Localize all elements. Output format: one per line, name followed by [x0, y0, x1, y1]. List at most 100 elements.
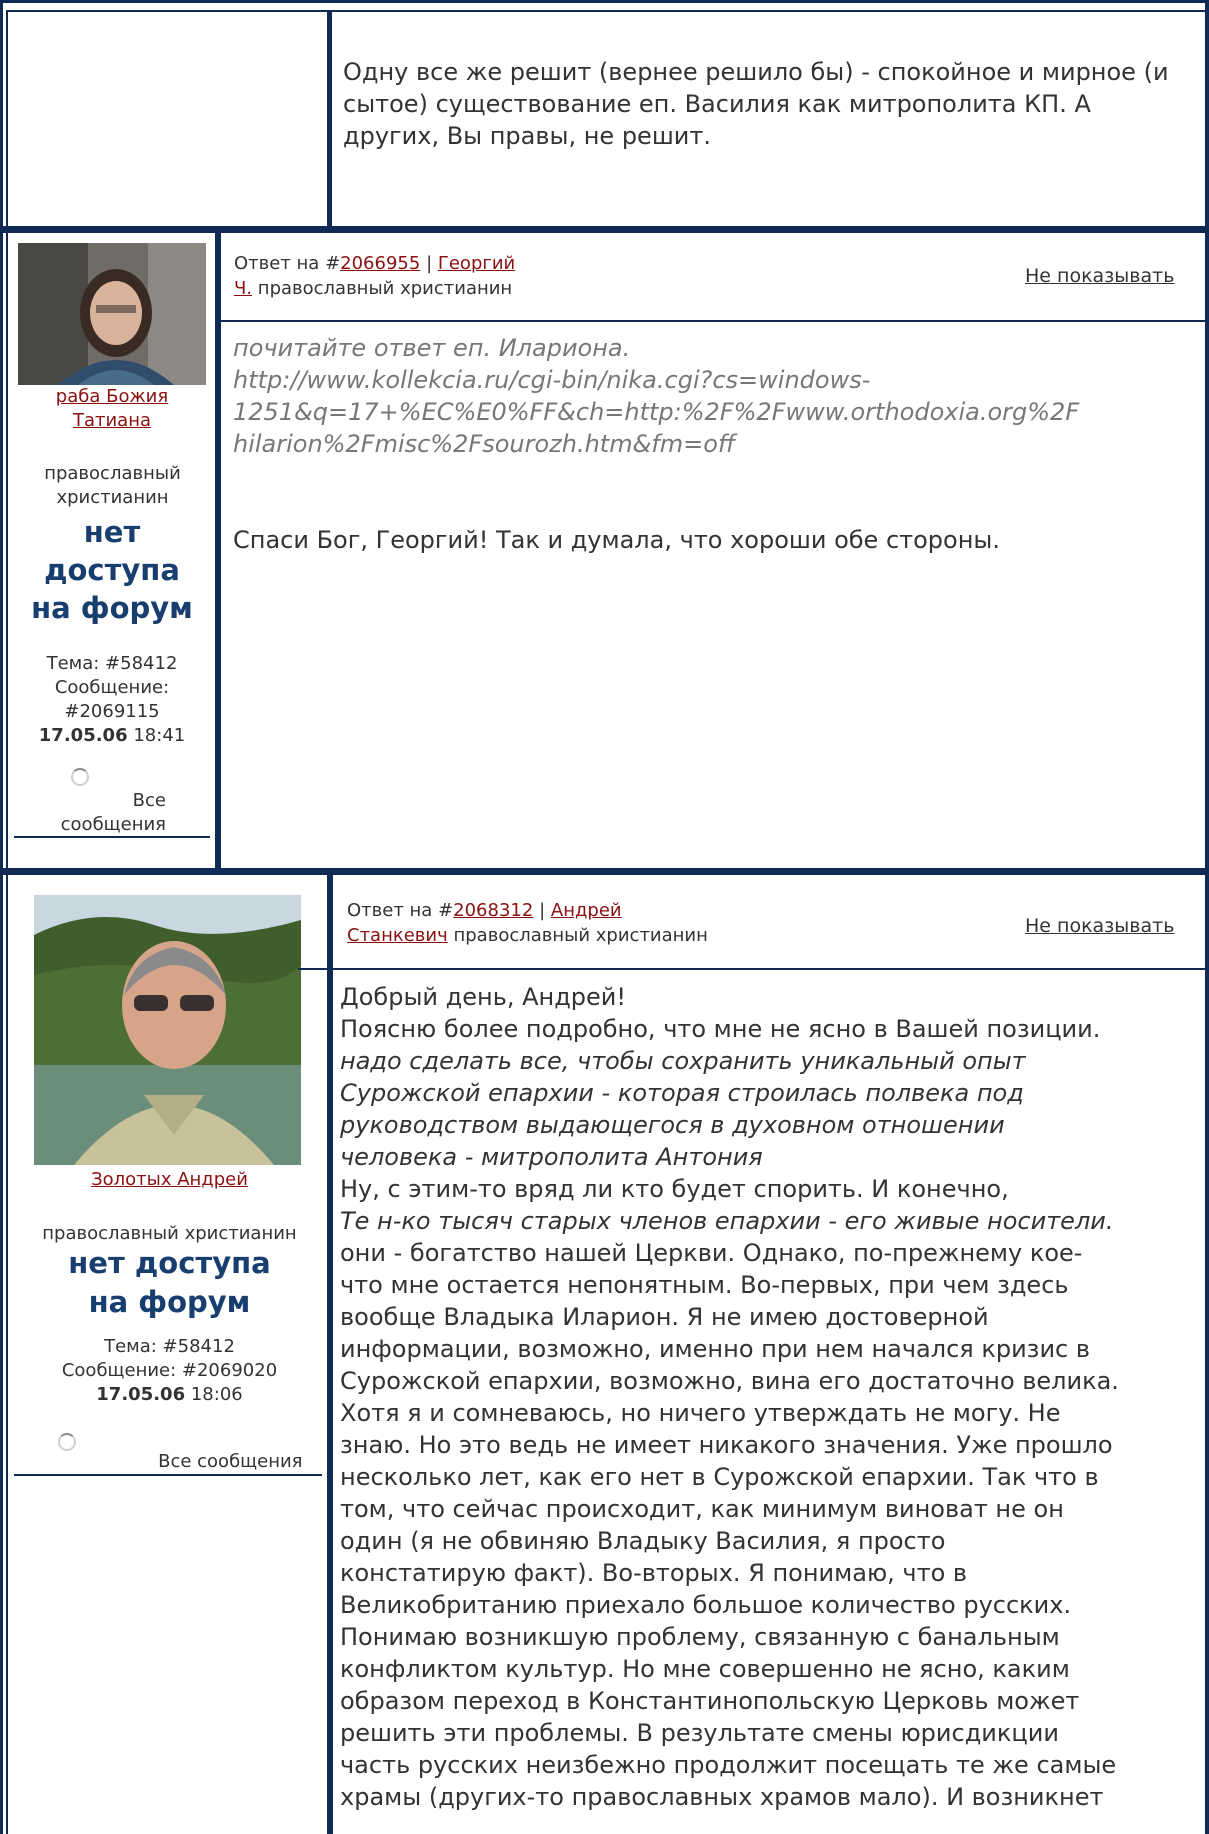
body-line: они - богатство нашей Церкви. Однако, по… — [340, 1239, 1083, 1267]
body-line: Сурожской епархии, возможно, вина его до… — [340, 1367, 1119, 1395]
reply-header-line — [298, 968, 1205, 970]
reply-author-link-2[interactable]: Ч. — [234, 278, 252, 299]
message-label: Сообщение: #2069020 — [61, 1360, 278, 1381]
body-line: один (я не обвиняю Владыку Василия, я пр… — [340, 1527, 946, 1555]
message-id: #2069115 — [64, 701, 160, 722]
post-3-left-line — [6, 875, 8, 1834]
post-date: 17.05.06 — [96, 1384, 186, 1405]
no-access-badge: нет доступа на форум — [14, 1244, 325, 1322]
post-1-left-line — [6, 10, 8, 228]
reply-header-line — [221, 320, 1205, 322]
author-name-text[interactable]: Золотых Андрей — [91, 1169, 248, 1190]
quote-line: почитайте ответ еп. Илариона. — [233, 334, 631, 362]
body-line: Добрый день, Андрей! — [340, 983, 627, 1011]
author-role: православный христианин — [14, 1222, 325, 1246]
no-access-badge: нет доступа на форум — [12, 513, 212, 627]
post-2-divider — [215, 233, 221, 873]
post-2-left-line — [6, 233, 8, 873]
separator-1 — [0, 226, 1209, 233]
body-line: храмы (других-то православных храмов мал… — [340, 1783, 1104, 1811]
body-line: конфликтом культур. Но мне совершенно не… — [340, 1655, 1070, 1683]
body-line: что мне остается непонятным. Во-первых, … — [340, 1271, 1069, 1299]
body-line: Ну, с этим-то вряд ли кто будет спорить.… — [340, 1175, 1009, 1203]
reply-author-link-2[interactable]: Станкевич — [347, 925, 448, 946]
hide-post-link[interactable]: Не показывать — [1025, 914, 1174, 939]
body-line: вообще Владыка Иларион. Я не имею достов… — [340, 1303, 989, 1331]
quote-line: руководством выдающегося в духовном отно… — [340, 1111, 1005, 1139]
post-meta: Тема: #58412 Сообщение: #2069020 17.05.0… — [14, 1335, 325, 1407]
quote-line: Те н-ко тысяч старых членов епархии - ег… — [340, 1207, 1114, 1235]
message-label: Сообщение: — [54, 677, 170, 698]
topic-label: Тема: #58412 — [46, 653, 178, 674]
loading-icon — [71, 768, 89, 790]
post-date: 17.05.06 — [38, 725, 128, 746]
author-name-tatiana[interactable]: раба Божия Татиана — [12, 385, 212, 433]
all-messages-link[interactable]: Все сообщения — [14, 1450, 325, 1474]
author-name-zolotykh[interactable]: Золотых Андрей — [14, 1168, 325, 1192]
sidebar-underline — [14, 836, 210, 838]
author-role-text: православный христианин — [44, 463, 181, 508]
avatar-tatiana-image — [18, 243, 206, 385]
reply-link[interactable]: 2066955 — [340, 253, 420, 274]
post-1-top-line — [6, 10, 1205, 12]
avatar-zolotykh[interactable] — [34, 895, 301, 1165]
reply-author-role: православный христианин — [257, 278, 513, 299]
post-1-text: Одну все же решит (вернее решило бы) - с… — [343, 58, 1169, 150]
frame-right — [1205, 0, 1209, 1834]
post-3-body: Добрый день, Андрей! Поясню более подроб… — [340, 981, 1200, 1813]
body-line: Великобританию приехало большое количест… — [340, 1591, 1072, 1619]
quote-block: почитайте ответ еп. Илариона. http://www… — [233, 332, 1193, 460]
post-time: 18:06 — [190, 1384, 243, 1405]
body-line: том, что сейчас происходит, как минимум … — [340, 1495, 1064, 1523]
post-2-body: Спаси Бог, Георгий! Так и думала, что хо… — [233, 524, 1193, 556]
body-line: констатирую факт). Во-вторых. Я понимаю,… — [340, 1559, 968, 1587]
body-line: несколько лет, как его нет в Сурожской е… — [340, 1463, 1099, 1491]
reply-separator: | — [426, 253, 433, 274]
all-messages-text[interactable]: Все сообщения — [58, 789, 166, 837]
quote-line: Сурожской епархии - которая строилась по… — [340, 1079, 1024, 1107]
no-access-line-1: нет — [83, 515, 141, 549]
avatar-tatiana[interactable] — [18, 243, 206, 385]
author-name-line-1[interactable]: раба Божия — [56, 386, 168, 407]
no-access-line-3: на форум — [31, 591, 193, 625]
reply-separator: | — [539, 900, 546, 921]
quote-line: hilarion%2Fmisc%2Fsourozh.htm&fm=off — [233, 430, 736, 458]
no-access-line-2: доступа — [44, 553, 180, 587]
frame-top — [0, 0, 1209, 3]
all-messages-text[interactable]: Все сообщения — [37, 1450, 302, 1474]
author-name-line-2[interactable]: Татиана — [73, 410, 151, 431]
reply-prefix: Ответ на # — [347, 900, 454, 921]
post-2-text: Спаси Бог, Георгий! Так и думала, что хо… — [233, 526, 1000, 554]
author-role: православный христианин — [20, 462, 205, 510]
reply-header: Ответ на #2068312 | Андрей Станкевич пра… — [347, 898, 887, 948]
separator-2 — [0, 868, 1209, 875]
quote-a: надо сделать все, чтобы сохранить уникал… — [340, 1045, 1200, 1173]
quote-line: человека - митрополита Антония — [340, 1143, 763, 1171]
quote-line: надо сделать все, чтобы сохранить уникал… — [340, 1047, 1026, 1075]
quote-line: http://www.kollekcia.ru/cgi-bin/nika.cgi… — [233, 366, 871, 394]
reply-author-link-1[interactable]: Андрей — [551, 900, 622, 921]
no-access-line-2: на форум — [88, 1285, 251, 1319]
body-line: часть русских неизбежно продолжит посеща… — [340, 1751, 1117, 1779]
reply-header: Ответ на #2066955 | Георгий Ч. православ… — [234, 251, 844, 301]
topic-label: Тема: #58412 — [104, 1336, 235, 1357]
reply-author-link-1[interactable]: Георгий — [438, 253, 515, 274]
body-line: информации, возможно, именно при нем нач… — [340, 1335, 1091, 1363]
sidebar-underline — [14, 1474, 322, 1476]
reply-prefix: Ответ на # — [234, 253, 341, 274]
post-1-body: Одну все же решит (вернее решило бы) - с… — [343, 56, 1183, 152]
hide-post-link[interactable]: Не показывать — [1025, 264, 1174, 289]
body-line: Хотя я и сомневаюсь, но ничего утверждат… — [340, 1399, 1061, 1427]
avatar-zolotykh-image — [34, 895, 301, 1165]
body-line: образом переход в Константинопольскую Це… — [340, 1687, 1080, 1715]
reply-author-role: православный христианин — [453, 925, 708, 946]
reply-link[interactable]: 2068312 — [453, 900, 533, 921]
all-messages-link[interactable]: Все сообщения — [12, 789, 212, 837]
post-1-divider — [327, 10, 332, 228]
frame-left — [0, 0, 3, 1834]
body-line: решить эти проблемы. В результате смены … — [340, 1719, 1059, 1747]
body-line: знаю. Но это ведь не имеет никакого знач… — [340, 1431, 1113, 1459]
quote-line: 1251&q=17+%EC%E0%FF&ch=http:%2F%2Fwww.or… — [233, 398, 1080, 426]
body-line: Поясню более подробно, что мне не ясно в… — [340, 1015, 1101, 1043]
post-meta: Тема: #58412 Сообщение: #2069115 17.05.0… — [12, 652, 212, 748]
